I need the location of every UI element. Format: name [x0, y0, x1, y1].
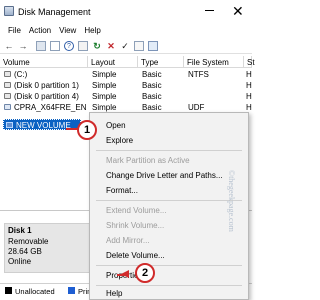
disk-state: Online	[8, 257, 32, 266]
cell-layout: Simple	[92, 92, 117, 101]
help-topics-icon[interactable]: ?	[64, 41, 74, 51]
unallocated-swatch	[5, 287, 12, 294]
menu-item-extend-volume[interactable]: Extend Volume...	[106, 206, 166, 215]
menu-separator	[96, 285, 242, 286]
menu-item-mark-active[interactable]: Mark Partition as Active	[106, 156, 190, 165]
cell-status: He	[246, 92, 252, 101]
step-2-badge: 2	[135, 263, 155, 283]
minimize-icon[interactable]	[205, 10, 214, 11]
col-type[interactable]: Type	[138, 56, 184, 68]
table-row[interactable]: (Disk 0 partition 4) Simple Basic He	[0, 91, 252, 102]
col-status[interactable]: St	[244, 56, 255, 68]
cell-type: Basic	[142, 81, 162, 90]
col-volume[interactable]: Volume	[0, 56, 88, 68]
legend-unallocated: Unallocated	[15, 287, 55, 296]
list-view-icon[interactable]	[50, 41, 60, 51]
disk-management-app-icon	[4, 6, 14, 16]
watermark: ©thegeekpage.com	[227, 170, 236, 232]
delete-icon[interactable]: ✕	[106, 41, 116, 51]
cell-fs: UDF	[188, 103, 205, 112]
primary-swatch	[68, 287, 75, 294]
menu-action[interactable]: Action	[25, 24, 55, 38]
cell-layout: Simple	[92, 70, 117, 79]
drive-icon	[4, 82, 11, 88]
toolbar: ← → ? ↻ ✕ ✓	[0, 38, 252, 54]
menu-separator	[96, 200, 242, 201]
cell-status: He	[246, 70, 252, 79]
drive-icon	[4, 71, 11, 77]
window-title: Disk Management	[18, 7, 91, 17]
disk-icon[interactable]	[134, 41, 144, 51]
menu-help[interactable]: Help	[80, 24, 104, 38]
cell-status: He	[246, 81, 252, 90]
menu-item-format[interactable]: Format...	[106, 186, 138, 195]
context-menu: Open Explore Mark Partition as Active Ch…	[89, 112, 249, 300]
forward-icon[interactable]: →	[18, 41, 28, 51]
menu-file[interactable]: File	[4, 24, 25, 38]
cell-layout: Simple	[92, 103, 117, 112]
cell-volume: CPRA_X64FRE_EN-...	[14, 103, 86, 112]
cell-volume: (Disk 0 partition 4)	[14, 92, 79, 101]
col-layout[interactable]: Layout	[88, 56, 138, 68]
menu-item-add-mirror[interactable]: Add Mirror...	[106, 236, 150, 245]
cell-fs: NTFS	[188, 70, 209, 79]
selected-volume-label: NEW VOLUME (E:)	[16, 121, 71, 139]
menu-item-change-drive-letter[interactable]: Change Drive Letter and Paths...	[106, 171, 223, 180]
disk-type: Removable	[8, 237, 49, 246]
cell-type: Basic	[142, 70, 162, 79]
properties-icon[interactable]	[78, 41, 88, 51]
console-tree-icon[interactable]	[36, 41, 46, 51]
cell-volume: (C:)	[14, 70, 28, 79]
menu-item-help[interactable]: Help	[106, 289, 122, 298]
table-row[interactable]: (Disk 0 partition 1) Simple Basic He	[0, 80, 252, 91]
step-1-badge: 1	[77, 120, 97, 140]
close-icon[interactable]: ✕	[232, 3, 244, 19]
dvd-drive-icon	[4, 104, 11, 110]
refresh-icon[interactable]: ↻	[92, 41, 102, 51]
menu-view[interactable]: View	[55, 24, 80, 38]
back-icon[interactable]: ←	[4, 41, 14, 51]
cell-layout: Simple	[92, 81, 117, 90]
menu-separator	[96, 150, 242, 151]
menu-item-open[interactable]: Open	[106, 121, 126, 130]
step-2-arrowhead	[121, 270, 129, 278]
cell-type: Basic	[142, 92, 162, 101]
drive-icon	[4, 93, 11, 99]
disk-size: 28.64 GB	[8, 247, 42, 256]
volume-icon[interactable]	[148, 41, 158, 51]
volume-icon	[6, 122, 13, 128]
table-row[interactable]: (C:) Simple Basic NTFS He	[0, 69, 252, 80]
menu-bar: File Action View Help	[0, 24, 252, 38]
checkmark-icon[interactable]: ✓	[120, 41, 130, 51]
menu-separator	[96, 265, 242, 266]
col-file-system[interactable]: File System	[184, 56, 244, 68]
cell-type: Basic	[142, 103, 162, 112]
menu-item-shrink-volume[interactable]: Shrink Volume...	[106, 221, 164, 230]
menu-item-explore[interactable]: Explore	[106, 136, 133, 145]
title-bar: Disk Management ✕	[0, 0, 252, 24]
menu-item-delete-volume[interactable]: Delete Volume...	[106, 251, 165, 260]
cell-volume: (Disk 0 partition 1)	[14, 81, 79, 90]
disk-name: Disk 1	[8, 226, 32, 235]
cell-status: He	[246, 103, 252, 112]
